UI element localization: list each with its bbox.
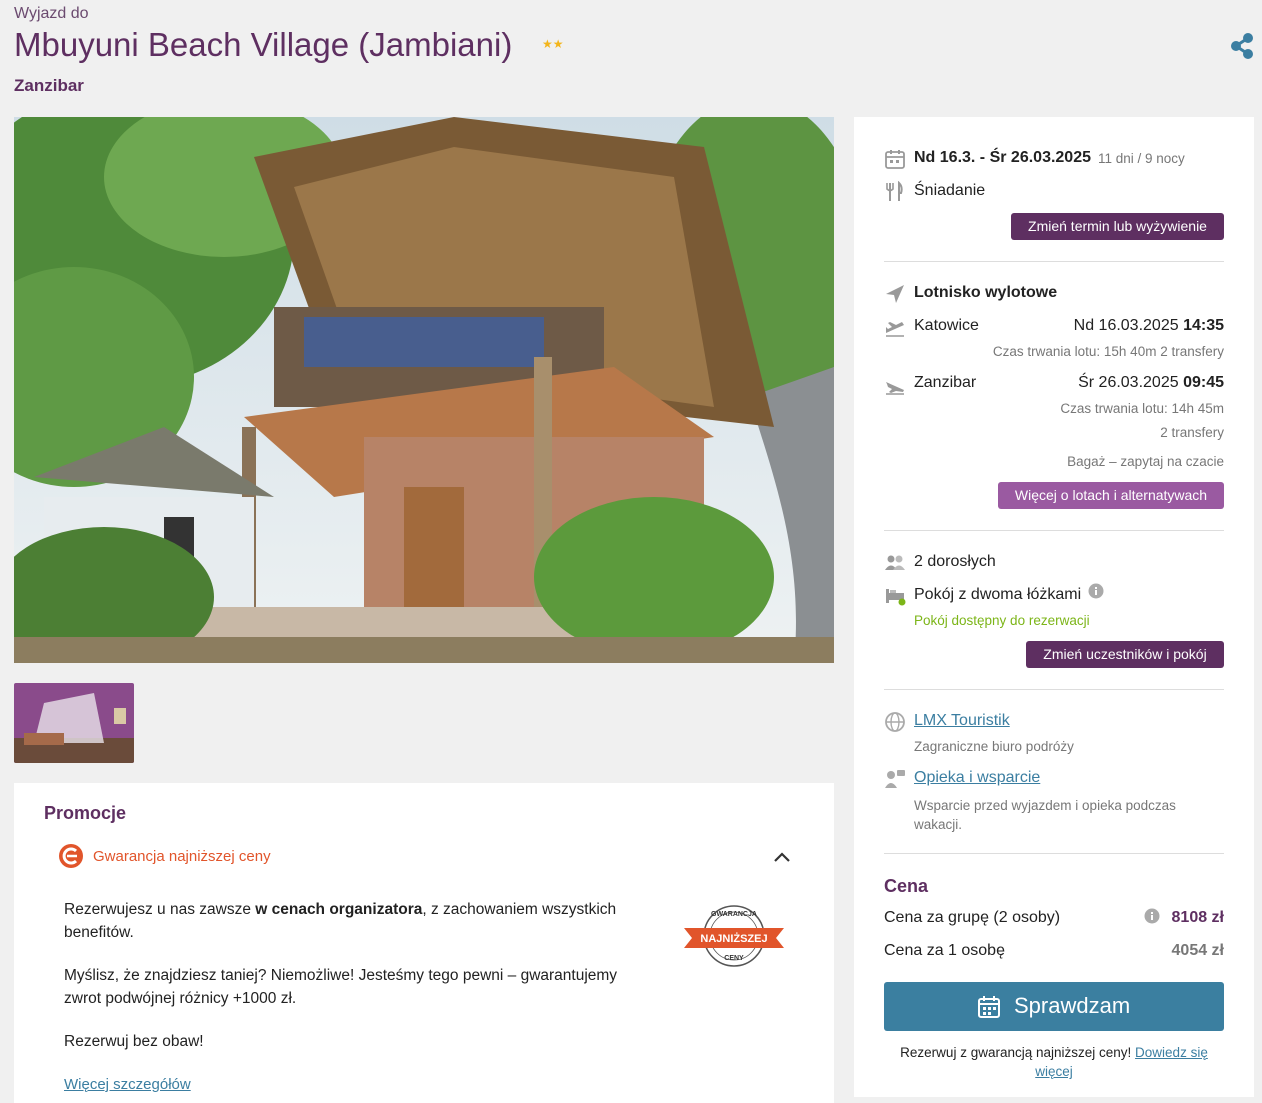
plane-takeoff-icon — [884, 317, 906, 339]
baggage-info: Bagaż – zapytaj na czacie — [1067, 454, 1224, 469]
outbound-city: Katowice — [914, 317, 979, 334]
promo-more-link[interactable]: Więcej szczegółów — [64, 1076, 191, 1093]
lowest-price-badge: GWARANCJA NAJNIŻSZEJ CENY — [682, 900, 786, 972]
inbound-city: Zanzibar — [914, 374, 977, 391]
photo-thumbnail[interactable] — [14, 683, 134, 763]
promo-guarantee-toggle[interactable]: Gwarancja najniższej ceny — [58, 843, 798, 871]
promo-guarantee-label: Gwarancja najniższej ceny — [93, 848, 271, 865]
calendar-icon — [884, 148, 906, 170]
calendar-icon — [978, 996, 1000, 1018]
divider — [884, 689, 1224, 690]
inbound-datetime: Śr 26.03.2025 09:45 — [1078, 374, 1224, 391]
support-description: Wsparcie przed wyjazdem i opieka podczas… — [914, 798, 1176, 832]
svg-text:GWARANCJA: GWARANCJA — [711, 911, 757, 918]
divider — [884, 853, 1224, 854]
divider — [884, 530, 1224, 531]
plane-landing-icon — [884, 374, 906, 396]
outbound-datetime: Nd 16.03.2025 14:35 — [1073, 317, 1224, 334]
change-people-button[interactable]: Zmień uczestników i pokój — [1026, 641, 1224, 668]
outbound-duration-transfers: Czas trwania lotu: 15h 40m 2 transfery — [992, 344, 1224, 359]
svg-text:NAJNIŻSZEJ: NAJNIŻSZEJ — [700, 932, 767, 945]
flights-more-button[interactable]: Więcej o lotach i alternatywach — [998, 482, 1224, 509]
person-price: 4054 zł — [1171, 942, 1224, 959]
hotel-main-photo[interactable] — [14, 117, 834, 663]
change-term-button[interactable]: Zmień termin lub wyżywienie — [1011, 213, 1224, 240]
check-button-label: Sprawdzam — [1014, 993, 1131, 1018]
operator-link[interactable]: LMX Touristik — [914, 712, 1010, 730]
board-type: Śniadanie — [914, 182, 986, 199]
room-status: Pokój dostępny do rezerwacji — [914, 613, 1090, 628]
inbound-transfers: 2 transfery — [1160, 425, 1224, 440]
hotel-region[interactable]: Zanzibar — [14, 76, 84, 96]
promo-title: Promocje — [44, 803, 127, 823]
promo-paragraph-3: Rezerwuj bez obaw! — [64, 1033, 204, 1050]
globe-icon — [884, 711, 906, 733]
trip-dates: Nd 16.3. - Śr 26.03.2025 — [914, 149, 1091, 166]
group-price-label: Cena za grupę (2 osoby) — [884, 909, 1061, 926]
group-price: 8108 zł — [1171, 909, 1224, 926]
person-price-label: Cena za 1 osobę — [884, 942, 1005, 959]
travellers: 2 dorosłych — [914, 553, 996, 570]
svg-text:CENY: CENY — [724, 955, 744, 962]
operator-description: Zagraniczne biuro podróży — [914, 739, 1074, 754]
check-button[interactable]: Sprawdzam — [884, 982, 1224, 1031]
page-pretitle: Wyjazd do — [14, 5, 89, 22]
footer-note: Rezerwuj z gwarancją najniższej ceny! Do… — [900, 1045, 1208, 1079]
support-link[interactable]: Opieka i wsparcie — [914, 769, 1040, 787]
plane-icon — [884, 283, 906, 305]
people-icon — [884, 552, 906, 574]
promo-paragraph-1: Rezerwujesz u nas zawsze w cenach organi… — [64, 901, 617, 941]
room-type: Pokój z dwoma łóżkami — [914, 586, 1082, 603]
info-icon[interactable] — [1144, 908, 1160, 929]
share-icon[interactable] — [1228, 32, 1256, 60]
trip-duration: 11 dni / 9 nocy — [1098, 151, 1185, 166]
inbound-duration: Czas trwania lotu: 14h 45m — [1060, 401, 1224, 416]
bed-icon — [884, 585, 906, 607]
guarantee-icon — [59, 844, 83, 868]
hotel-stars: ★★ — [542, 37, 564, 51]
chevron-up-icon[interactable] — [772, 847, 792, 867]
price-title: Cena — [884, 876, 929, 896]
hotel-title: Mbuyuni Beach Village (Jambiani) — [14, 26, 513, 63]
airport-label: Lotnisko wylotowe — [914, 284, 1058, 301]
divider — [884, 261, 1224, 262]
cutlery-icon — [884, 180, 906, 203]
promo-paragraph-2: Myślisz, że znajdziesz taniej? Niemożliw… — [64, 967, 618, 1007]
support-icon — [884, 768, 906, 790]
info-icon[interactable] — [1088, 583, 1104, 604]
